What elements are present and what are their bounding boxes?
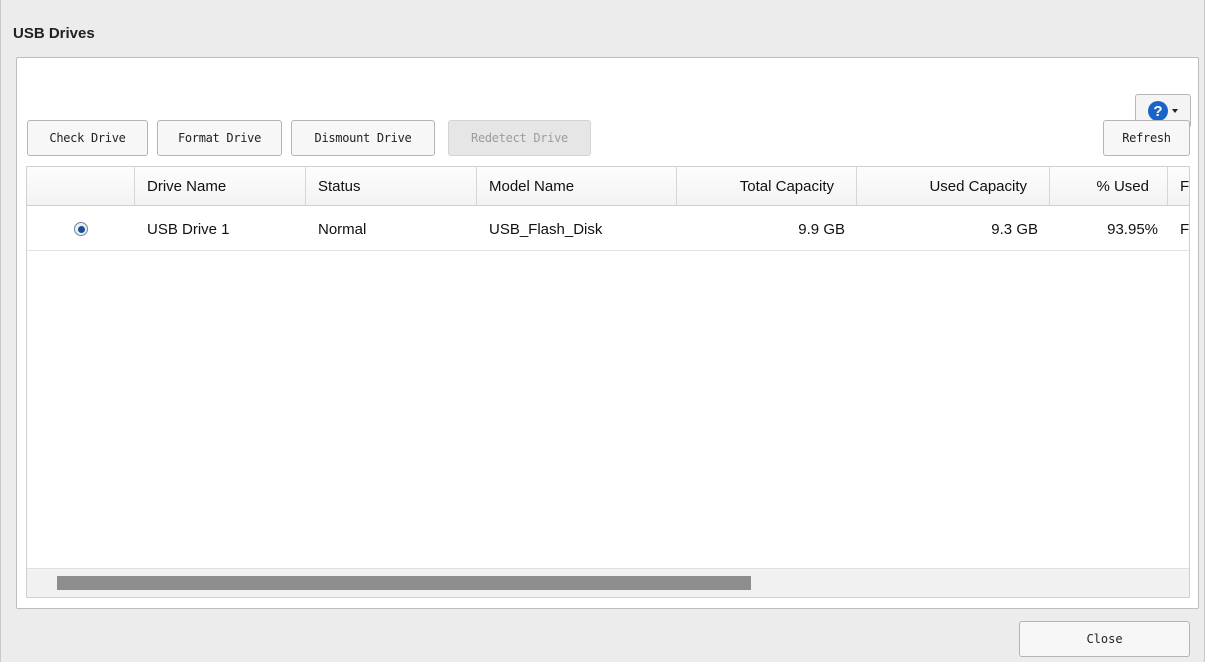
- cell-model-name: USB_Flash_Disk: [489, 220, 603, 238]
- dialog-title-bar: USB Drives: [1, 0, 1204, 50]
- close-button[interactable]: Close: [1019, 621, 1190, 657]
- column-header-total-capacity[interactable]: Total Capacity: [677, 167, 857, 206]
- drives-table: Drive Name Status Model Name Total Capac…: [26, 166, 1190, 598]
- column-header-extra[interactable]: F: [1168, 167, 1189, 206]
- cell-drive-name: USB Drive 1: [147, 220, 230, 238]
- table-header: Drive Name Status Model Name Total Capac…: [27, 167, 1189, 206]
- check-drive-button[interactable]: Check Drive: [27, 120, 148, 156]
- column-header-select: [27, 167, 135, 206]
- column-header-percent-used[interactable]: % Used: [1050, 167, 1168, 206]
- redetect-drive-button: Redetect Drive: [448, 120, 591, 156]
- radio-selected-dot: [77, 225, 85, 233]
- cell-used-capacity: 9.3 GB: [991, 220, 1038, 238]
- scrollbar-thumb[interactable]: [57, 576, 751, 590]
- help-icon: ?: [1148, 101, 1168, 121]
- dismount-drive-button[interactable]: Dismount Drive: [291, 120, 435, 156]
- dialog-title: USB Drives: [13, 25, 95, 42]
- row-select-cell[interactable]: [27, 207, 135, 251]
- refresh-button[interactable]: Refresh: [1103, 120, 1190, 156]
- column-header-used-capacity[interactable]: Used Capacity: [857, 167, 1050, 206]
- cell-total-capacity: 9.9 GB: [798, 220, 845, 238]
- column-header-model-name[interactable]: Model Name: [477, 167, 677, 206]
- row-radio-button[interactable]: [74, 222, 88, 236]
- chevron-down-icon: [1172, 109, 1178, 113]
- column-header-drive-name[interactable]: Drive Name: [135, 167, 306, 206]
- cell-extra: F: [1180, 220, 1190, 238]
- format-drive-button[interactable]: Format Drive: [157, 120, 282, 156]
- table-row[interactable]: USB Drive 1 Normal USB_Flash_Disk 9.9 GB…: [27, 207, 1190, 251]
- drives-panel: ? Check Drive Format Drive Dismount Driv…: [16, 57, 1199, 609]
- cell-status: Normal: [318, 220, 367, 238]
- horizontal-scrollbar[interactable]: [27, 568, 1189, 597]
- usb-drives-dialog: USB Drives ? Check Drive Format Drive Di…: [0, 0, 1205, 662]
- cell-percent-used: 93.95%: [1107, 220, 1158, 238]
- column-header-status[interactable]: Status: [306, 167, 477, 206]
